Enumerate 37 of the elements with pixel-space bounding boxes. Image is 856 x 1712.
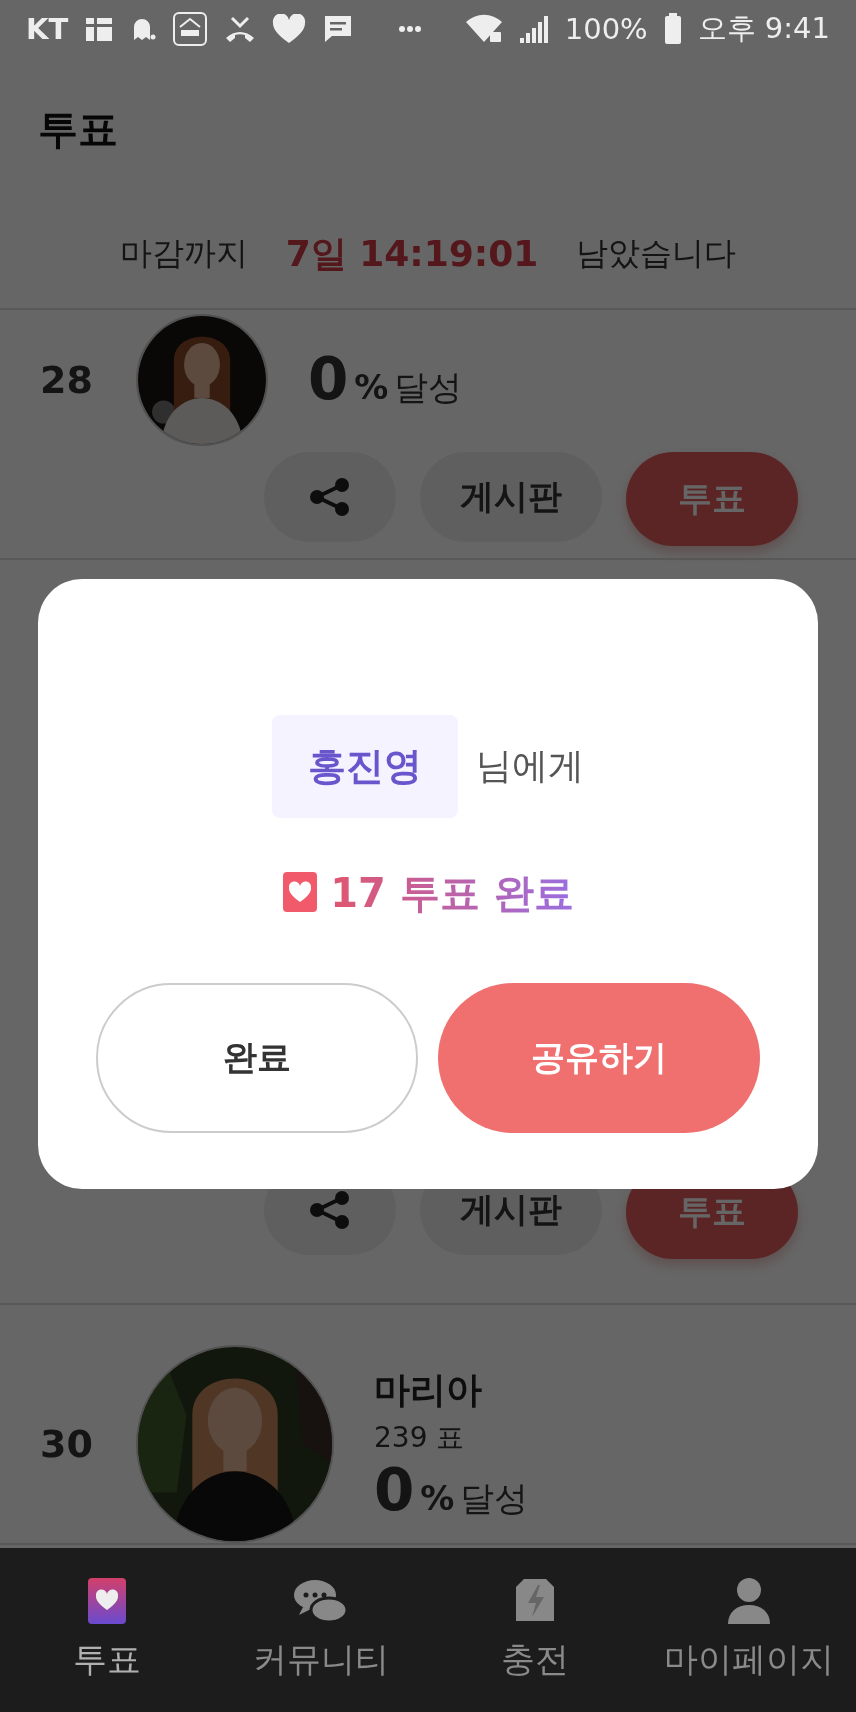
countdown-timer: 7일 14:19:01 bbox=[285, 231, 539, 276]
battery-icon bbox=[663, 13, 682, 45]
share-icon bbox=[309, 478, 351, 516]
wifi-icon bbox=[464, 14, 503, 44]
nav-tab[interactable]: 마이페이지 bbox=[642, 1548, 856, 1712]
missed-call-icon bbox=[224, 14, 257, 44]
recipient-name: 홍진영 bbox=[272, 715, 458, 818]
rank-number: 28 bbox=[40, 358, 94, 402]
recipient-suffix: 님에게 bbox=[476, 744, 584, 788]
share-icon bbox=[309, 1191, 351, 1229]
nav-tab[interactable]: 충전 bbox=[428, 1548, 642, 1712]
heart-card-icon bbox=[87, 1577, 127, 1627]
remaining-label: 남았습니다 bbox=[576, 233, 737, 274]
achievement-label: 달성 bbox=[394, 365, 463, 409]
house-icon bbox=[172, 11, 209, 47]
board-button[interactable]: 게시판 bbox=[420, 452, 602, 542]
deadline-label: 마감까지 bbox=[119, 233, 248, 274]
vote-count: 239 표 bbox=[374, 1420, 466, 1456]
battery-percent: 100% bbox=[564, 12, 648, 46]
nav-tab[interactable]: 커뮤니티 bbox=[214, 1548, 428, 1712]
user-icon bbox=[726, 1577, 772, 1627]
share-button[interactable]: 공유하기 bbox=[438, 983, 760, 1133]
percent-sign: % bbox=[420, 1478, 455, 1518]
signal-icon bbox=[518, 14, 549, 44]
rank-number: 30 bbox=[40, 1422, 94, 1466]
percent-value: 0 bbox=[308, 349, 349, 408]
percent-value: 0 bbox=[374, 1461, 415, 1519]
carrier-name: KT bbox=[26, 12, 69, 46]
candidate-name: 마리아 bbox=[374, 1368, 483, 1412]
page-title: 투표 bbox=[38, 104, 118, 154]
heart-icon bbox=[272, 14, 307, 44]
more-icon bbox=[397, 25, 422, 33]
nav-tab[interactable]: 투표 bbox=[0, 1548, 214, 1712]
achievement-label: 달성 bbox=[460, 1477, 529, 1520]
clock-time: 오후 9:41 bbox=[697, 10, 830, 47]
done-button[interactable]: 완료 bbox=[96, 983, 418, 1133]
percent-sign: % bbox=[354, 366, 389, 407]
